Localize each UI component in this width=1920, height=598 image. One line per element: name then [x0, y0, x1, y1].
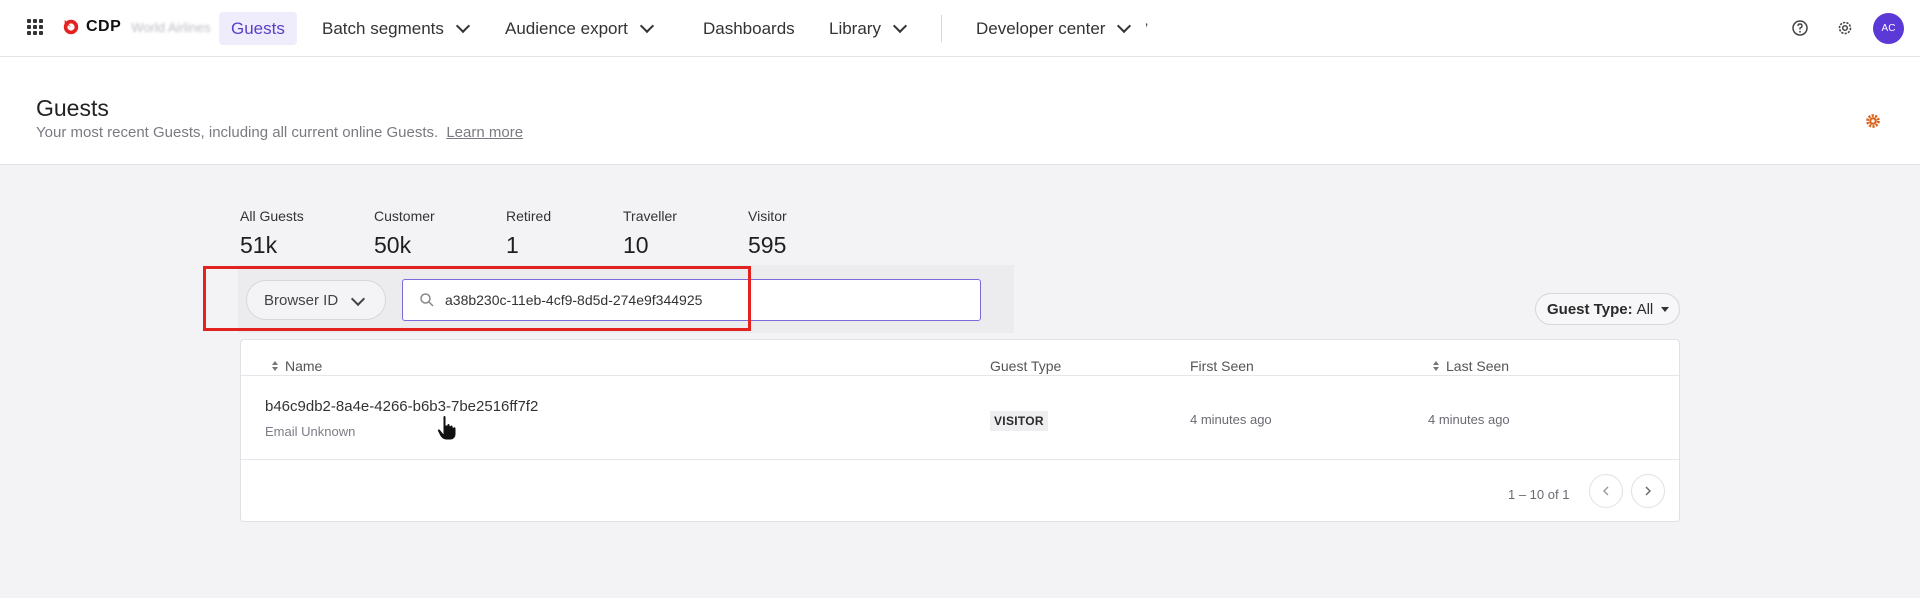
chevron-down-icon: [1117, 18, 1132, 33]
nav-audience-export-label: Audience export: [505, 18, 628, 38]
org-name: World Airlines: [131, 19, 211, 35]
sort-icon: [272, 361, 278, 371]
chevron-right-icon: [1645, 486, 1651, 496]
brand-name: CDP: [86, 18, 122, 35]
column-header-last-seen[interactable]: Last Seen: [1432, 358, 1509, 374]
stat-label: Retired: [506, 208, 552, 224]
stat-label: Customer: [374, 208, 435, 224]
last-seen: 4 minutes ago: [1428, 412, 1510, 427]
guest-name[interactable]: b46c9db2-8a4e-4266-b6b3-7be2516ff7f2: [265, 398, 538, 415]
nav-guests-label: Guests: [231, 18, 285, 38]
nav-developer-center[interactable]: Developer center: [964, 12, 1141, 45]
stat-traveller: Traveller 10: [623, 208, 677, 259]
column-header-first-seen: First Seen: [1190, 358, 1254, 374]
stat-value: 50k: [374, 232, 412, 258]
next-page-button[interactable]: [1631, 474, 1665, 508]
column-header-label: Guest Type: [990, 358, 1062, 374]
avatar-initials: AC: [1881, 23, 1896, 34]
nav-library-label: Library: [829, 18, 881, 38]
stat-customer: Customer 50k: [374, 208, 435, 259]
column-header-guest-type: Guest Type: [990, 358, 1061, 374]
nav-divider: [941, 15, 942, 42]
column-header-label: Name: [285, 358, 323, 374]
page-title: Guests: [36, 95, 109, 121]
page-subtitle: Your most recent Guests, including all c…: [36, 124, 523, 141]
guest-email: Email Unknown: [265, 424, 356, 439]
stat-label: All Guests: [240, 208, 304, 224]
chevron-down-icon: [639, 18, 654, 33]
pagination-status: 1 – 10 of 1: [1508, 487, 1570, 502]
first-seen: 4 minutes ago: [1190, 412, 1272, 427]
cdp-logo-icon: [63, 19, 79, 35]
stat-value: 51k: [240, 232, 278, 258]
logo[interactable]: CDP World Airlines: [62, 18, 211, 36]
stat-all-guests: All Guests 51k: [240, 208, 304, 259]
column-header-label: Last Seen: [1446, 358, 1510, 374]
column-header-name[interactable]: Name: [271, 358, 322, 374]
guest-type-label: Guest Type:: [1547, 300, 1633, 318]
stat-label: Traveller: [623, 208, 677, 224]
guest-type-value: All: [1636, 300, 1654, 318]
user-avatar[interactable]: AC: [1873, 13, 1904, 44]
stat-visitor: Visitor 595: [748, 208, 787, 259]
chevron-down-icon: [455, 18, 470, 33]
nav-batch-segments[interactable]: Batch segments: [310, 12, 480, 45]
learn-more-link[interactable]: Learn more: [446, 124, 523, 141]
settings-icon[interactable]: [1835, 18, 1855, 38]
highlight-box: [203, 266, 751, 331]
stat-value: 10: [623, 232, 649, 258]
sort-icon: [1433, 361, 1439, 371]
stat-value: 595: [748, 232, 787, 258]
guest-type-filter[interactable]: Guest Type: All: [1535, 293, 1680, 325]
gear-icon[interactable]: [1864, 112, 1882, 130]
caret-down-icon: [1661, 306, 1670, 312]
column-header-label: First Seen: [1190, 358, 1254, 374]
previous-page-button[interactable]: [1589, 474, 1623, 508]
stat-value: 1: [506, 232, 519, 258]
page-subtitle-text: Your most recent Guests, including all c…: [36, 124, 439, 141]
guest-type-badge: VISITOR: [990, 411, 1048, 431]
chevron-left-icon: [1603, 486, 1609, 496]
hand-pointer-icon: [436, 415, 457, 441]
apps-grid-icon[interactable]: [27, 19, 43, 35]
top-navigation: CDP World Airlines Guests Batch segments…: [0, 0, 1920, 57]
nav-dashboards[interactable]: Dashboards: [691, 12, 807, 45]
chevron-down-icon: [892, 18, 908, 33]
help-icon[interactable]: [1790, 18, 1810, 38]
nav-batch-segments-label: Batch segments: [322, 18, 444, 38]
stat-retired: Retired 1: [506, 208, 551, 259]
nav-trailing-mark: ’: [1145, 20, 1149, 36]
nav-library[interactable]: Library: [817, 12, 917, 45]
nav-audience-export[interactable]: Audience export: [493, 12, 664, 45]
nav-guests[interactable]: Guests: [219, 12, 297, 45]
stat-label: Visitor: [748, 208, 787, 224]
nav-developer-center-label: Developer center: [976, 18, 1106, 38]
page-header: Guests Your most recent Guests, includin…: [0, 57, 1920, 165]
nav-dashboards-label: Dashboards: [703, 18, 795, 38]
